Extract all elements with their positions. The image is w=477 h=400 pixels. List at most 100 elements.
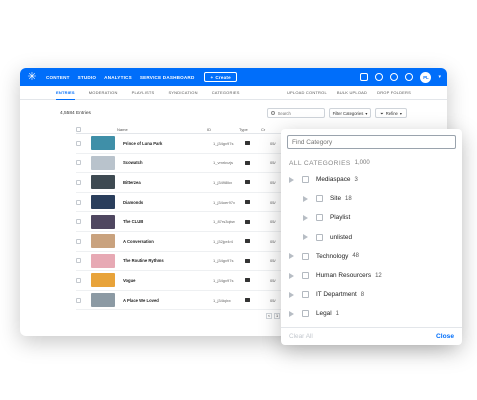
page-button[interactable]: < [266, 313, 272, 320]
filter-categories-button[interactable]: Filter Categories ▾ [328, 108, 372, 118]
entry-id: 1_j32jpr4r4 [213, 238, 234, 244]
info-icon[interactable] [405, 73, 414, 81]
category-label: unlisted [330, 233, 353, 241]
tab-categories[interactable]: CATEGORIES [212, 86, 240, 100]
row-checkbox[interactable] [76, 277, 81, 283]
category-checkbox[interactable] [302, 252, 309, 260]
thumbnail-image[interactable] [91, 253, 115, 268]
category-label: Human Resourcers [316, 272, 372, 280]
category-item[interactable]: Human Resourcers 12 [281, 266, 462, 285]
find-category-input[interactable] [292, 138, 451, 146]
tab-entries[interactable]: ENTRIES [56, 86, 75, 100]
funnel-icon: ⏷ [380, 110, 384, 116]
category-item[interactable]: Technology 48 [281, 247, 462, 266]
entry-name[interactable]: A Place We Loved [123, 298, 213, 303]
row-checkbox[interactable] [76, 219, 81, 225]
expand-arrow-icon[interactable] [289, 272, 294, 279]
entry-name[interactable]: Prince of Luna Park [123, 141, 213, 146]
category-checkbox[interactable] [302, 291, 309, 299]
nav-analytics[interactable]: ANALYTICS [104, 75, 132, 80]
help-icon[interactable] [390, 73, 399, 81]
expand-arrow-icon[interactable] [289, 253, 294, 260]
row-checkbox[interactable] [76, 199, 81, 205]
entry-name[interactable]: Scowatch [123, 160, 213, 165]
chevron-down-icon: ▾ [399, 110, 402, 116]
entry-name[interactable]: The CLUB [123, 219, 213, 224]
tab-moderation[interactable]: MODERATION [89, 86, 118, 100]
category-checkbox[interactable] [316, 233, 323, 241]
entry-name[interactable]: A Conversation [123, 239, 213, 244]
chevron-down-icon[interactable]: ▾ [438, 74, 441, 80]
close-button[interactable]: Close [436, 333, 454, 340]
bulk-upload-link[interactable]: BULK UPLOAD [337, 90, 367, 95]
entry-name[interactable]: Diamonds [123, 200, 213, 205]
category-checkbox[interactable] [302, 176, 309, 184]
nav-service-dashboard[interactable]: SERVICE DASHBOARD [140, 75, 195, 80]
category-count: 3 [354, 176, 358, 183]
entry-id: 1_j34gx97s [213, 277, 234, 283]
category-count: 12 [375, 272, 382, 279]
expand-arrow-icon[interactable] [289, 291, 294, 298]
tab-playlists[interactable]: PLAYLISTS [132, 86, 155, 100]
category-checkbox[interactable] [316, 195, 323, 203]
category-label: Legal [316, 310, 332, 318]
thumbnail-image[interactable] [91, 136, 115, 151]
nav-studio[interactable]: STUDIO [78, 75, 97, 80]
avatar[interactable]: PL [420, 71, 432, 83]
row-checkbox[interactable] [76, 160, 81, 166]
expand-arrow-icon[interactable] [303, 195, 308, 202]
row-checkbox[interactable] [76, 297, 81, 303]
row-checkbox[interactable] [76, 238, 81, 244]
thumbnail-image[interactable] [91, 155, 115, 170]
video-icon [245, 219, 250, 224]
category-item[interactable]: IT Department 8 [281, 285, 462, 304]
expand-arrow-icon[interactable] [303, 234, 308, 241]
category-item[interactable]: Legal 1 [281, 304, 462, 323]
thumbnail-image[interactable] [91, 234, 115, 249]
entry-name[interactable]: Vogue [123, 278, 213, 283]
column-type[interactable]: Type [239, 127, 261, 132]
entry-id: 1_87rs3qbw [213, 219, 235, 225]
category-item[interactable]: unlisted [281, 228, 462, 247]
column-id[interactable]: ID [207, 127, 239, 132]
entry-created: 05/ [270, 179, 276, 185]
column-created[interactable]: Cr [261, 127, 265, 132]
category-checkbox[interactable] [316, 214, 323, 222]
upload-control-link[interactable]: UPLOAD CONTROL [287, 90, 327, 95]
row-checkbox[interactable] [76, 140, 81, 146]
entry-name[interactable]: The Routine Rythms [123, 258, 213, 263]
select-all-checkbox[interactable] [76, 126, 81, 132]
folder-icon[interactable] [360, 73, 369, 81]
gear-icon[interactable] [375, 73, 384, 81]
page-button[interactable]: 1 [274, 313, 280, 320]
entry-name[interactable]: Bitterzea [123, 180, 213, 185]
create-button[interactable]: + Create [204, 72, 237, 82]
row-checkbox[interactable] [76, 179, 81, 185]
expand-arrow-icon[interactable] [289, 176, 294, 183]
search-input[interactable] [277, 110, 318, 116]
thumbnail-image[interactable] [91, 214, 115, 229]
refine-button[interactable]: ⏷ Refine ▾ [375, 108, 407, 118]
search-box[interactable] [266, 108, 325, 118]
drop-folders-link[interactable]: DROP FOLDERS [377, 90, 411, 95]
thumbnail-image[interactable] [91, 273, 115, 288]
thumbnail-image[interactable] [91, 175, 115, 190]
expand-arrow-icon[interactable] [289, 310, 294, 317]
find-category-field[interactable] [287, 135, 456, 149]
row-checkbox[interactable] [76, 258, 81, 264]
category-count: 8 [360, 291, 365, 298]
column-name[interactable]: Name [117, 127, 207, 132]
thumbnail-image[interactable] [91, 293, 115, 308]
video-icon [245, 298, 250, 303]
nav-content[interactable]: CONTENT [46, 75, 70, 80]
category-item[interactable]: Site 18 [281, 189, 462, 208]
category-item[interactable]: Playlist [281, 208, 462, 227]
tab-syndication[interactable]: SYNDICATION [168, 86, 197, 100]
category-item[interactable]: Mediaspace 3 [281, 170, 462, 189]
clear-all-button[interactable]: Clear All [289, 333, 313, 340]
asterisk-icon[interactable]: ✳ [26, 71, 38, 83]
expand-arrow-icon[interactable] [303, 214, 308, 221]
category-checkbox[interactable] [302, 272, 309, 280]
thumbnail-image[interactable] [91, 195, 115, 210]
category-checkbox[interactable] [302, 310, 309, 318]
